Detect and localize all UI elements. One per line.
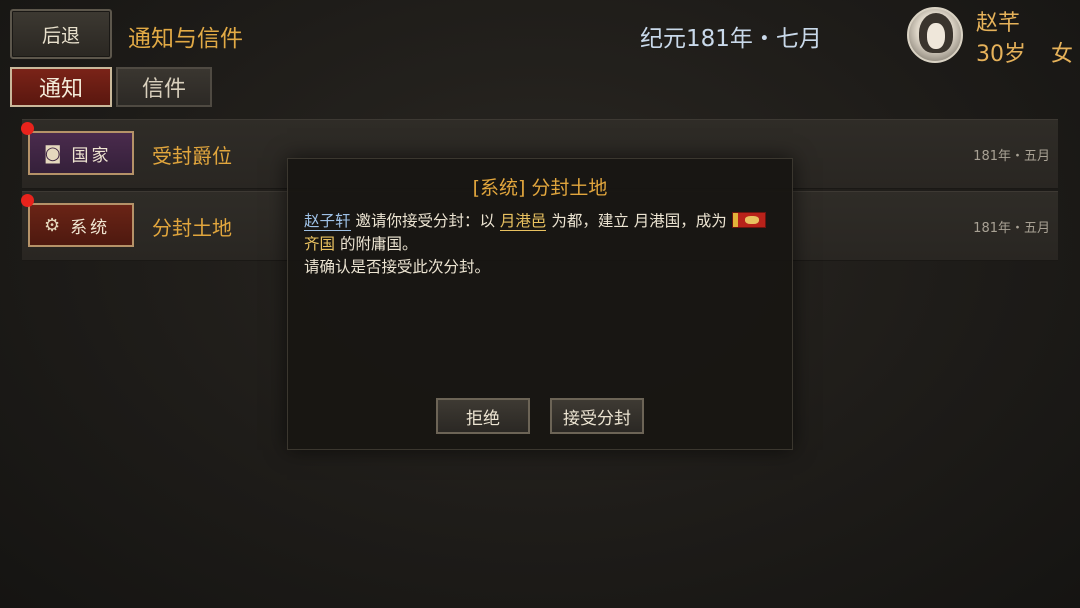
dialog-text: 邀请你接受分封：以: [350, 212, 500, 230]
character-name: 赵芊: [976, 11, 1021, 36]
category-tag-nation: ◙ 国家: [28, 131, 134, 175]
enfeoffment-dialog: [系统] 分封土地 赵子轩 邀请你接受分封：以 月港邑 为都，建立 月港国，成为…: [287, 158, 793, 450]
back-button[interactable]: 后退: [10, 9, 112, 59]
notification-title: 受封爵位: [152, 144, 232, 168]
avatar-face: [927, 23, 945, 49]
dialog-text: 请确认是否接受此次分封。: [304, 258, 491, 276]
game-date: 纪元181年・七月: [640, 26, 822, 52]
state-flag-icon: [731, 212, 766, 228]
place-link[interactable]: 月港邑: [499, 212, 547, 231]
dialog-text: 的附庸国。: [335, 235, 418, 253]
category-label: 系统: [70, 217, 111, 238]
flag-emblem: [744, 216, 759, 224]
dialog-body: 赵子轩 邀请你接受分封：以 月港邑 为都，建立 月港国，成为 齐国 的附庸国。 …: [304, 210, 780, 279]
character-avatar[interactable]: [907, 7, 963, 63]
category-label: 国家: [71, 145, 112, 166]
tab-notifications[interactable]: 通知: [10, 67, 112, 107]
dialog-text: 为都，建立 月港国，成为: [546, 212, 732, 230]
accept-button[interactable]: 接受分封: [550, 398, 644, 434]
notification-date: 181年・五月: [973, 149, 1050, 164]
gear-icon: ⚙: [44, 214, 61, 236]
reject-button[interactable]: 拒绝: [436, 398, 530, 434]
tab-letters[interactable]: 信件: [116, 67, 212, 107]
sender-link[interactable]: 赵子轩: [304, 212, 351, 231]
category-tag-system: ⚙ 系统: [28, 203, 134, 247]
banner-icon: ◙: [44, 142, 62, 164]
character-age: 30岁: [976, 42, 1026, 67]
unread-dot: [21, 122, 34, 135]
page-title: 通知与信件: [128, 26, 243, 52]
state-link[interactable]: 齐国: [304, 235, 335, 253]
notification-date: 181年・五月: [973, 221, 1050, 236]
unread-dot: [21, 194, 34, 207]
notification-title: 分封土地: [152, 216, 232, 240]
character-sex: 女: [1051, 42, 1074, 67]
dialog-title: [系统] 分封土地: [472, 177, 608, 199]
